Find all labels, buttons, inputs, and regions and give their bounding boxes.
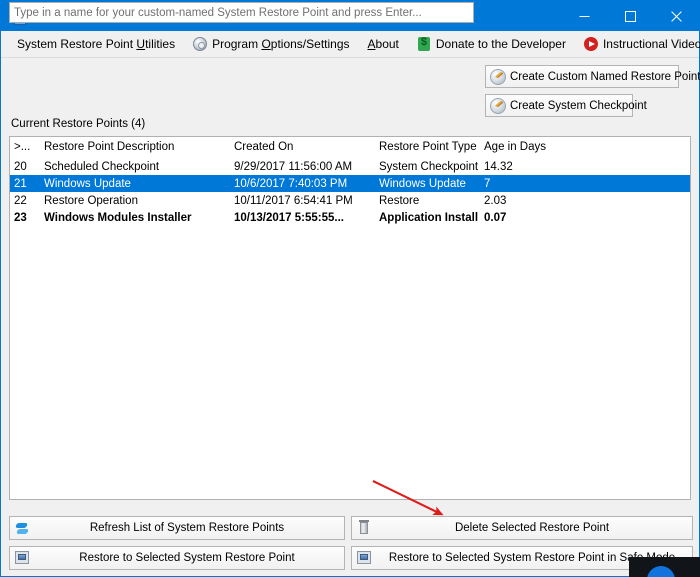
- caption-buttons: [561, 1, 699, 31]
- menu-label: Program Options/Settings: [212, 37, 350, 51]
- play-circle-icon: [583, 37, 598, 51]
- cell-type: Restore: [379, 194, 420, 207]
- table-header-row: >... Restore Point Description Created O…: [10, 137, 690, 158]
- button-label: Delete Selected Restore Point: [454, 522, 610, 534]
- cell-age: 7: [480, 175, 690, 192]
- restore-points-listview[interactable]: >... Restore Point Description Created O…: [9, 136, 691, 500]
- cell-created-on: 10/6/2017 7:40:03 PM: [230, 175, 375, 192]
- create-restore-point-area: Create Custom Named Restore Point Create…: [1, 2, 700, 117]
- cell-description: Windows Update: [40, 175, 230, 192]
- close-button[interactable]: [653, 1, 699, 31]
- cell-type: Application Install: [379, 211, 479, 224]
- create-system-checkpoint-button[interactable]: Create System Checkpoint: [485, 94, 647, 117]
- menu-item-instructional-videos[interactable]: Instructional Videos: [575, 31, 700, 57]
- table-row[interactable]: 22 Restore Operation 10/11/2017 6:54:41 …: [10, 192, 690, 209]
- maximize-button[interactable]: [607, 1, 653, 31]
- menu-item-program-options-settings[interactable]: Program Options/Settings: [184, 31, 358, 57]
- cell-description: Restore Operation: [44, 194, 138, 207]
- cell-created-on: 9/29/2017 11:56:00 AM: [234, 160, 353, 173]
- trash-icon: [356, 520, 372, 536]
- cell-description: Scheduled Checkpoint: [44, 160, 160, 173]
- cell-age: 14.32: [484, 160, 513, 173]
- refresh-list-button[interactable]: Refresh List of System Restore Points: [9, 516, 345, 540]
- cell-created-on: 10/13/2017 5:55:55...: [234, 211, 344, 224]
- delete-selected-restore-point-button[interactable]: Delete Selected Restore Point: [351, 516, 693, 540]
- restore-points-table: >... Restore Point Description Created O…: [10, 137, 690, 226]
- cell-type: System Checkpoint: [379, 160, 479, 173]
- button-label: Restore to Selected System Restore Point: [79, 552, 295, 564]
- minimize-icon: [579, 15, 589, 17]
- cell-description: Windows Modules Installer: [44, 211, 192, 224]
- cell-index: 23: [14, 211, 27, 224]
- column-header-type[interactable]: Restore Point Type: [375, 137, 480, 158]
- corner-popup-circle: [647, 566, 675, 577]
- button-label: Create Custom Named Restore Point: [510, 70, 700, 83]
- cell-type: Windows Update: [375, 175, 480, 192]
- refresh-icon: [14, 520, 30, 536]
- close-icon: [670, 10, 682, 22]
- column-header-index[interactable]: >...: [10, 137, 40, 158]
- cell-index: 20: [14, 160, 27, 173]
- column-header-description[interactable]: Restore Point Description: [40, 137, 230, 158]
- minimize-button[interactable]: [561, 1, 607, 31]
- restore-to-selected-point-button[interactable]: Restore to Selected System Restore Point: [9, 546, 345, 570]
- maximize-icon: [624, 10, 636, 22]
- pencil-circle-icon: [490, 68, 506, 85]
- restore-point-name-input[interactable]: [9, 2, 474, 23]
- menu-label: Donate to the Developer: [435, 37, 566, 51]
- corner-popup-overlay: [629, 557, 700, 577]
- column-header-age[interactable]: Age in Days: [480, 137, 690, 158]
- menu-label: System Restore Point Utilities: [17, 37, 176, 51]
- disc-icon: [193, 37, 208, 51]
- cell-created-on: 10/11/2017 6:54:41 PM: [234, 194, 353, 207]
- menu-label: About: [367, 37, 399, 51]
- button-label: Create System Checkpoint: [510, 99, 647, 112]
- table-row[interactable]: 23 Windows Modules Installer 10/13/2017 …: [10, 209, 690, 226]
- cell-age: 0.07: [484, 211, 507, 224]
- group-label: Current Restore Points (4): [11, 118, 150, 130]
- menu-item-system-restore-point-utilities[interactable]: System Restore Point Utilities: [8, 31, 184, 57]
- column-header-created-on[interactable]: Created On: [230, 137, 375, 158]
- pencil-circle-icon: [490, 97, 506, 114]
- monitor-icon: [356, 550, 372, 566]
- table-row[interactable]: 20 Scheduled Checkpoint 9/29/2017 11:56:…: [10, 158, 690, 175]
- menu-label: Instructional Videos: [602, 37, 700, 51]
- table-row[interactable]: 21 Windows Update 10/6/2017 7:40:03 PM W…: [10, 175, 690, 192]
- button-label: Refresh List of System Restore Points: [89, 522, 285, 534]
- menu-item-donate-to-the-developer[interactable]: Donate to the Developer: [408, 31, 575, 57]
- current-restore-points-group: Current Restore Points (4) >... Restore …: [9, 118, 691, 508]
- monitor-icon: [14, 550, 30, 566]
- cell-age: 2.03: [484, 194, 507, 207]
- menu-item-about[interactable]: About: [359, 31, 408, 57]
- money-icon: [417, 36, 431, 51]
- menu-bar: System Restore Point Utilities Program O…: [1, 31, 700, 58]
- cell-index: 22: [14, 194, 27, 207]
- cell-index: 21: [10, 175, 40, 192]
- bottom-button-area: Refresh List of System Restore Points De…: [1, 508, 699, 576]
- create-custom-named-restore-point-button[interactable]: Create Custom Named Restore Point: [485, 65, 700, 88]
- application-window: Restore Point Creator (6.5 Build 2): [0, 0, 700, 577]
